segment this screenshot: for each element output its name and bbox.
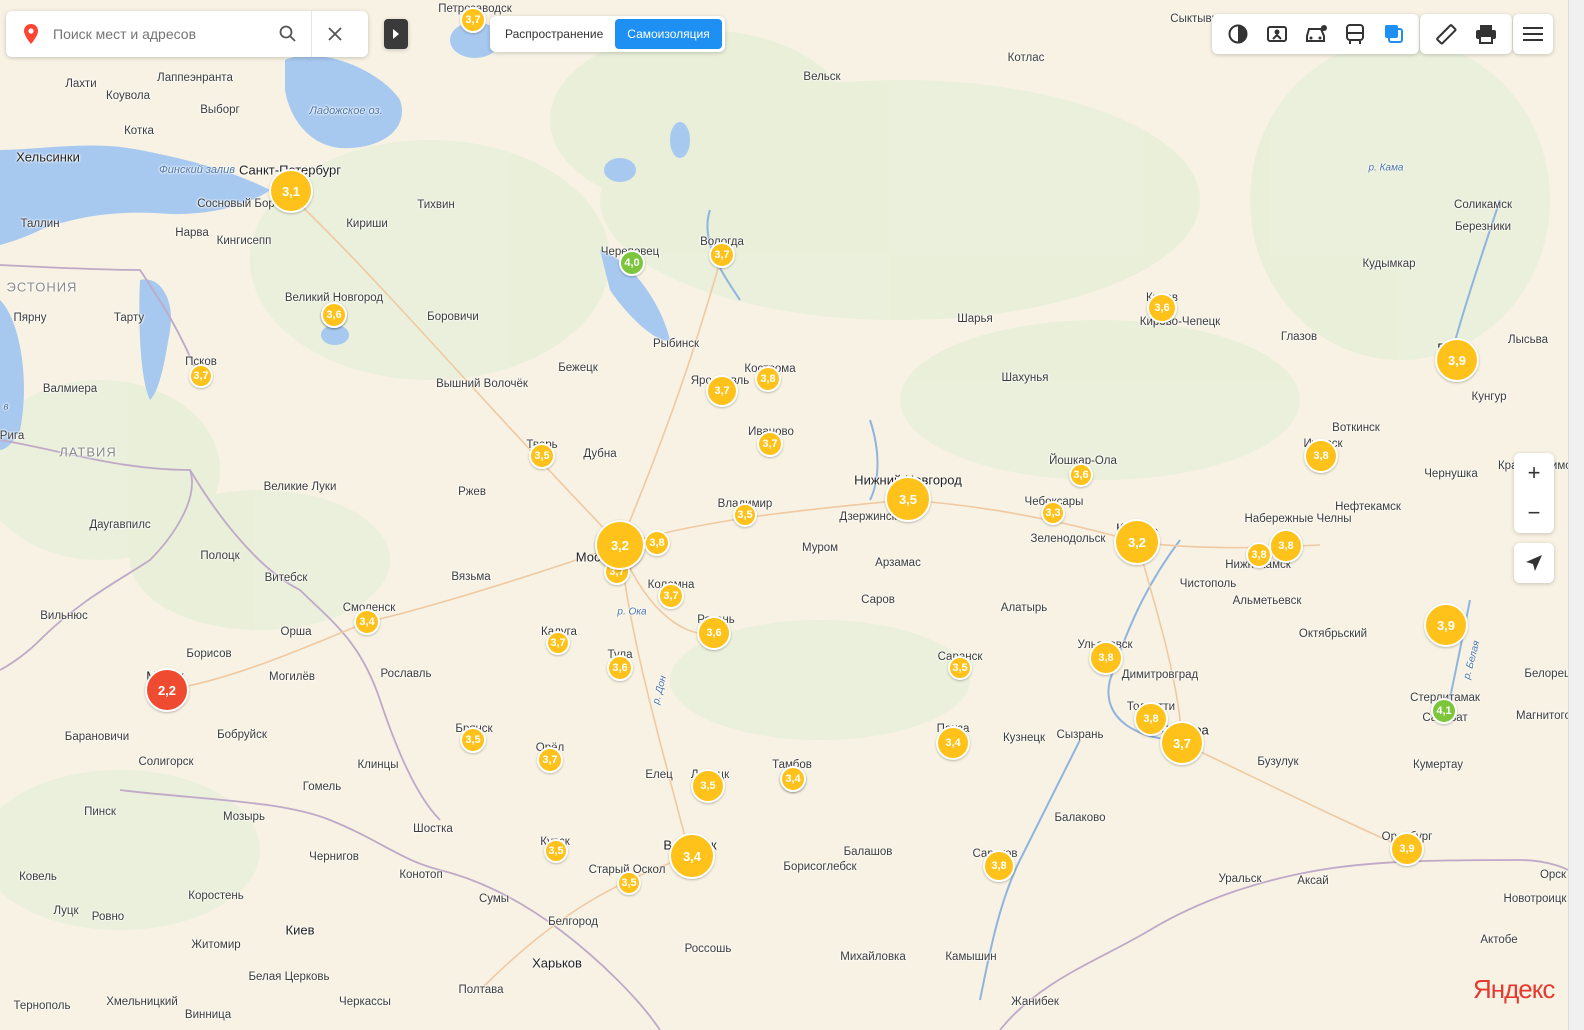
search-icon[interactable] xyxy=(265,11,311,57)
yandex-logo[interactable]: Яндекс xyxy=(1473,974,1555,1005)
index-bubble[interactable]: 3,7 xyxy=(189,364,213,388)
index-bubble[interactable]: 3,6 xyxy=(607,655,633,681)
index-bubble[interactable]: 3,4 xyxy=(669,833,715,879)
geolocation-arrow-icon xyxy=(1526,555,1542,571)
map-tools xyxy=(1212,14,1419,54)
index-bubble[interactable]: 3,8 xyxy=(644,530,670,556)
index-bubble[interactable]: 3,5 xyxy=(529,443,555,469)
index-bubble[interactable]: 3,4 xyxy=(354,609,380,635)
index-bubble[interactable]: 3,8 xyxy=(1269,529,1303,563)
index-bubble[interactable]: 4,1 xyxy=(1431,698,1457,724)
index-bubble[interactable]: 3,5 xyxy=(948,656,972,680)
traffic-layer-icon[interactable] xyxy=(1218,14,1257,54)
index-bubble[interactable]: 3,3 xyxy=(1041,501,1065,525)
index-bubble[interactable]: 3,9 xyxy=(1424,603,1468,647)
index-bubble[interactable]: 3,4 xyxy=(936,726,970,760)
print-icon[interactable] xyxy=(1466,14,1506,54)
search-box[interactable] xyxy=(6,11,368,57)
index-bubble[interactable]: 3,9 xyxy=(1435,338,1479,382)
index-bubble[interactable]: 2,2 xyxy=(145,668,189,712)
index-bubble[interactable]: 3,6 xyxy=(1069,463,1093,487)
lake-ladoga xyxy=(285,55,402,149)
layer-switcher: Распространение Самоизоляция xyxy=(490,16,725,52)
index-bubble[interactable]: 3,5 xyxy=(885,476,931,522)
index-bubble[interactable]: 3,8 xyxy=(755,366,781,392)
index-bubble[interactable]: 3,5 xyxy=(691,769,725,803)
index-bubble[interactable]: 3,6 xyxy=(1147,293,1177,323)
tab-spread[interactable]: Распространение xyxy=(493,19,615,49)
index-bubble[interactable]: 3,7 xyxy=(658,583,684,609)
index-bubble[interactable]: 3,7 xyxy=(706,375,738,407)
index-bubble[interactable]: 3,2 xyxy=(1114,519,1160,565)
index-bubble[interactable]: 3,6 xyxy=(697,616,731,650)
index-bubble[interactable]: 3,1 xyxy=(269,169,313,213)
index-bubble[interactable]: 3,7 xyxy=(757,431,783,457)
layers-icon[interactable] xyxy=(1374,14,1413,54)
index-bubble[interactable]: 3,7 xyxy=(460,7,486,33)
index-bubble[interactable]: 3,8 xyxy=(1246,542,1272,568)
ruler-icon[interactable] xyxy=(1426,14,1466,54)
menu-button[interactable] xyxy=(1513,14,1553,54)
index-bubble[interactable]: 3,8 xyxy=(983,850,1015,882)
index-bubble[interactable]: 3,7 xyxy=(1160,721,1204,765)
index-bubble[interactable]: 3,5 xyxy=(544,839,568,863)
panorama-icon[interactable] xyxy=(1257,14,1296,54)
location-pin-icon xyxy=(20,11,42,57)
hamburger-icon xyxy=(1523,27,1543,41)
index-bubble[interactable]: 3,6 xyxy=(321,302,347,328)
map-utilities xyxy=(1420,14,1512,54)
index-bubble[interactable]: 3,5 xyxy=(460,727,486,753)
scrollbar[interactable] xyxy=(1568,0,1584,1030)
zoom-out-button[interactable]: − xyxy=(1514,493,1554,533)
zoom-control: + − xyxy=(1514,453,1554,533)
index-bubble[interactable]: 3,8 xyxy=(1304,439,1338,473)
index-bubble[interactable]: 3,4 xyxy=(780,766,806,792)
search-input[interactable] xyxy=(51,25,265,43)
zoom-in-button[interactable]: + xyxy=(1514,453,1554,493)
index-bubble[interactable]: 3,7 xyxy=(709,242,735,268)
map-canvas[interactable]: ПетрозаводскСыктывкарКотласВельскЛахтиКо… xyxy=(0,0,1568,1030)
geolocation-button[interactable] xyxy=(1514,543,1554,583)
chevron-right-icon xyxy=(393,29,399,39)
index-bubble[interactable]: 3,9 xyxy=(1390,832,1424,866)
index-bubble[interactable]: 4,0 xyxy=(619,250,645,276)
index-bubble[interactable]: 3,7 xyxy=(546,631,570,655)
map-background xyxy=(0,22,1568,1030)
index-bubble[interactable]: 3,5 xyxy=(733,503,757,527)
index-bubble[interactable]: 3,2 xyxy=(595,520,645,570)
index-bubble[interactable]: 3,8 xyxy=(1089,641,1123,675)
collapse-panel-button[interactable] xyxy=(384,19,408,49)
close-icon[interactable] xyxy=(312,11,358,57)
car-icon[interactable] xyxy=(1296,14,1335,54)
index-bubble[interactable]: 3,5 xyxy=(617,871,641,895)
index-bubble[interactable]: 3,7 xyxy=(537,747,563,773)
tab-self-isolation[interactable]: Самоизоляция xyxy=(615,19,722,49)
transit-icon[interactable] xyxy=(1335,14,1374,54)
